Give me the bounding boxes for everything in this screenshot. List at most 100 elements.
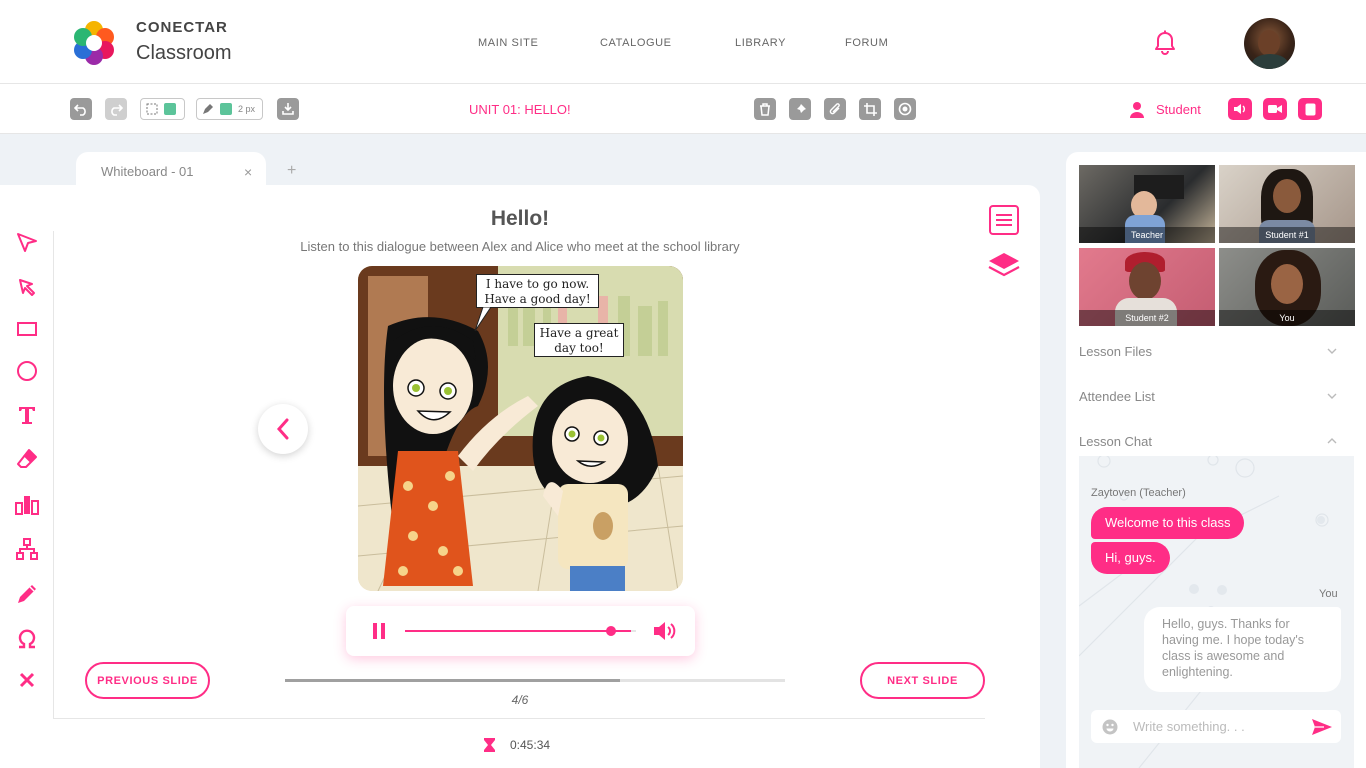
camera-toggle-button[interactable] bbox=[1263, 98, 1287, 120]
circle-tool[interactable] bbox=[14, 358, 40, 384]
tab-label: Whiteboard - 01 bbox=[101, 164, 194, 179]
bubble-alice-line1: Have a great bbox=[539, 326, 619, 340]
attach-button[interactable] bbox=[824, 98, 846, 120]
bubble-alex-line1: I have to go now. bbox=[485, 277, 590, 291]
comic-scene-image bbox=[358, 266, 683, 591]
rectangle-icon bbox=[17, 322, 37, 336]
speaker-icon bbox=[1234, 104, 1245, 114]
eraser-tool[interactable] bbox=[14, 446, 40, 472]
speaker-toggle-button[interactable] bbox=[1228, 98, 1252, 120]
brand-name-top: CONECTAR bbox=[136, 19, 228, 36]
page-indicator: 4/6 bbox=[511, 693, 529, 707]
audio-player bbox=[346, 606, 695, 656]
video-student-1[interactable]: Student #1 bbox=[1219, 165, 1355, 243]
nav-main-site[interactable]: MAIN SITE bbox=[478, 37, 538, 49]
bar-blocks-icon bbox=[15, 496, 39, 515]
accordion-attendee-list[interactable]: Attendee List bbox=[1079, 389, 1339, 404]
role-label: Student bbox=[1156, 102, 1201, 117]
video-you[interactable]: You bbox=[1219, 248, 1355, 326]
chat-input-placeholder[interactable]: Write something. . . bbox=[1133, 719, 1245, 734]
chat-panel: Zaytoven (Teacher) Welcome to this class… bbox=[1079, 456, 1354, 768]
video-teacher[interactable]: Teacher bbox=[1079, 165, 1215, 243]
chat-sender-teacher: Zaytoven (Teacher) bbox=[1091, 487, 1186, 499]
slide-progress-fill bbox=[285, 679, 620, 682]
nav-forum[interactable]: FORUM bbox=[845, 37, 888, 49]
redo-icon bbox=[111, 104, 123, 116]
text-t-icon bbox=[19, 407, 35, 424]
tab-close-icon[interactable]: × bbox=[244, 164, 252, 180]
video-label-teacher: Teacher bbox=[1079, 227, 1215, 243]
screen-share-button[interactable] bbox=[1298, 98, 1322, 120]
send-icon[interactable] bbox=[1312, 719, 1332, 735]
slides-menu-button[interactable] bbox=[989, 205, 1019, 235]
video-label-you: You bbox=[1219, 310, 1355, 326]
whiteboard-canvas[interactable]: Hello! Listen to this dialogue between A… bbox=[0, 185, 1040, 768]
device-icon bbox=[1305, 103, 1315, 115]
video-student-2[interactable]: Student #2 bbox=[1079, 248, 1215, 326]
symbol-tool[interactable] bbox=[14, 626, 40, 652]
redo-button[interactable] bbox=[105, 98, 127, 120]
download-button[interactable] bbox=[277, 98, 299, 120]
previous-arrow-button[interactable] bbox=[258, 404, 308, 454]
chevron-left-icon bbox=[276, 418, 289, 440]
slide-title: Hello! bbox=[490, 207, 550, 230]
fill-color-swatch[interactable] bbox=[164, 103, 176, 115]
speech-bubble-alice: Have a great day too! bbox=[534, 323, 624, 357]
bubble-alex-line2: Have a good day! bbox=[484, 292, 591, 306]
audio-seek-handle[interactable] bbox=[606, 626, 617, 636]
session-timer: 0:45:34 bbox=[510, 738, 551, 752]
nav-catalogue[interactable]: CATALOGUE bbox=[600, 37, 672, 49]
selection-fill-group[interactable] bbox=[140, 98, 185, 120]
pin-icon bbox=[795, 103, 806, 114]
brand-name-bottom: Classroom bbox=[136, 42, 232, 64]
nav-library[interactable]: LIBRARY bbox=[735, 37, 786, 49]
add-tab-button[interactable]: + bbox=[287, 162, 296, 180]
audio-track[interactable] bbox=[405, 626, 636, 636]
chart-tool[interactable] bbox=[14, 492, 40, 518]
download-icon bbox=[282, 103, 294, 115]
notification-bell-icon[interactable] bbox=[1153, 30, 1177, 56]
eraser-icon bbox=[17, 449, 37, 468]
undo-button[interactable] bbox=[70, 98, 92, 120]
speech-bubble-alex: I have to go now. Have a good day! bbox=[476, 274, 599, 308]
rectangle-tool[interactable] bbox=[14, 316, 40, 342]
accordion-lesson-files[interactable]: Lesson Files bbox=[1079, 344, 1339, 359]
omega-icon bbox=[18, 629, 36, 649]
video-camera-icon bbox=[1268, 105, 1282, 113]
chat-message-you: Hello, guys. Thanks for having me. I hop… bbox=[1144, 607, 1341, 692]
pencil-tool[interactable] bbox=[14, 581, 40, 607]
text-tool[interactable] bbox=[14, 402, 40, 428]
undo-icon bbox=[74, 104, 86, 116]
pin-button[interactable] bbox=[789, 98, 811, 120]
tab-whiteboard-01[interactable]: Whiteboard - 01 × bbox=[76, 152, 266, 186]
accordion-lesson-chat[interactable]: Lesson Chat bbox=[1079, 434, 1339, 449]
dashed-select-icon bbox=[146, 103, 158, 115]
trash-icon bbox=[760, 102, 770, 116]
pen-settings-group[interactable]: 2 px bbox=[196, 98, 263, 120]
top-bar: CONECTAR Classroom MAIN SITE CATALOGUE L… bbox=[0, 0, 1366, 84]
diagram-tool[interactable] bbox=[14, 536, 40, 562]
crop-button[interactable] bbox=[859, 98, 881, 120]
close-x-icon bbox=[19, 672, 35, 688]
whiteboard-tabs: Whiteboard - 01 × + bbox=[0, 152, 1040, 186]
delete-button[interactable] bbox=[754, 98, 776, 120]
list-menu-icon bbox=[996, 214, 1012, 226]
stroke-size-value[interactable]: 2 px bbox=[238, 104, 255, 114]
user-avatar[interactable] bbox=[1244, 18, 1295, 69]
record-button[interactable] bbox=[894, 98, 916, 120]
chevron-down-icon bbox=[1327, 348, 1337, 354]
layers-icon[interactable] bbox=[987, 251, 1021, 279]
volume-icon[interactable] bbox=[653, 621, 677, 641]
chat-message-teacher-1: Welcome to this class bbox=[1091, 507, 1245, 539]
accordion-label-chat: Lesson Chat bbox=[1079, 434, 1152, 449]
accordion-label-attendees: Attendee List bbox=[1079, 389, 1155, 404]
dialogue-illustration: I have to go now. Have a good day! Have … bbox=[358, 266, 683, 591]
emoji-icon[interactable] bbox=[1102, 719, 1118, 735]
conectar-logo-icon[interactable] bbox=[70, 19, 118, 67]
stroke-color-swatch[interactable] bbox=[220, 103, 232, 115]
pause-icon[interactable] bbox=[373, 623, 385, 639]
user-icon bbox=[1130, 102, 1144, 118]
clear-tool[interactable] bbox=[14, 667, 40, 693]
chat-input-box[interactable]: Write something. . . bbox=[1091, 710, 1341, 743]
select-tool[interactable] bbox=[14, 274, 40, 300]
